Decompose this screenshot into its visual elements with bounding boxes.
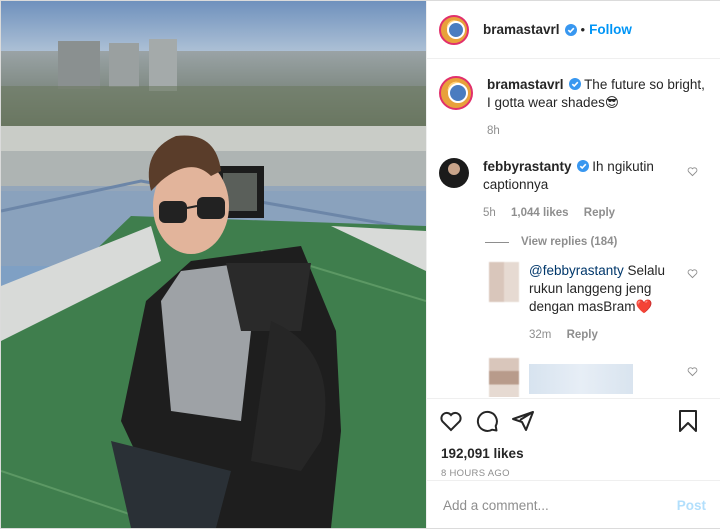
bookmark-icon[interactable] — [676, 409, 700, 433]
caption-username[interactable]: bramastavrl — [487, 77, 564, 92]
post-timestamp: 8 HOURS AGO — [441, 468, 510, 479]
view-replies-label: View replies (184) — [521, 236, 618, 248]
post-side-panel: bramastavrl • Follow bramastavrl The fut… — [426, 1, 720, 528]
reply-avatar-blurred[interactable] — [489, 262, 519, 302]
caption-avatar[interactable] — [439, 76, 473, 110]
add-comment-bar: Post — [427, 480, 720, 529]
comment-heart-icon[interactable] — [687, 166, 698, 177]
comment-reply-button[interactable]: Reply — [584, 207, 615, 219]
commenter-avatar[interactable] — [439, 158, 469, 188]
reply-blurred — [427, 344, 720, 397]
post-header: bramastavrl • Follow — [427, 1, 720, 59]
follow-button[interactable]: Follow — [589, 22, 632, 37]
separator-dot: • — [580, 22, 586, 37]
comment-icon[interactable] — [475, 409, 499, 433]
comment-likes[interactable]: 1,044 likes — [511, 207, 569, 219]
post-comment-button[interactable]: Post — [677, 498, 706, 513]
like-count[interactable]: 192,091 likes — [427, 433, 720, 461]
post-dialog: bramastavrl • Follow bramastavrl The fut… — [0, 0, 720, 529]
reply-body: @febbyrastanty Selalu rukun langgeng jen… — [529, 262, 679, 344]
reply-content-blurred — [529, 358, 633, 397]
commenter-username[interactable]: febbyrastanty — [483, 159, 572, 174]
reply: @febbyrastanty Selalu rukun langgeng jen… — [427, 248, 720, 344]
reply-mention[interactable]: @febbyrastanty — [529, 263, 624, 278]
actions-bar: 192,091 likes 8 HOURS AGO Post — [427, 398, 720, 529]
caption: bramastavrl The future so bright, I gott… — [427, 60, 720, 140]
comments-section[interactable]: bramastavrl The future so bright, I gott… — [427, 60, 720, 397]
author-avatar[interactable] — [439, 14, 469, 45]
reply-reply-button[interactable]: Reply — [567, 329, 598, 341]
reply-heart-icon[interactable] — [687, 268, 698, 279]
heart-icon[interactable] — [439, 409, 463, 433]
blurred-text — [529, 364, 633, 394]
verified-badge-icon — [564, 23, 577, 36]
verified-badge-icon — [576, 160, 589, 172]
comment-body: febbyrastanty Ih ngikutin captionnya 5h … — [483, 158, 703, 222]
comment-meta: 5h 1,044 likes Reply — [483, 204, 703, 222]
heart-emoji: ❤️ — [635, 299, 653, 314]
reply-avatar-blurred[interactable] — [489, 358, 519, 397]
action-icons — [427, 399, 720, 433]
add-comment-input[interactable] — [441, 496, 677, 514]
author-username[interactable]: bramastavrl — [483, 22, 560, 37]
divider-line — [485, 241, 509, 243]
comment-time: 5h — [483, 207, 496, 219]
comment: febbyrastanty Ih ngikutin captionnya 5h … — [427, 140, 720, 222]
verified-badge-icon — [568, 78, 581, 90]
post-photo[interactable] — [1, 1, 426, 528]
reply-meta: 32m Reply — [529, 326, 679, 344]
caption-body: bramastavrl The future so bright, I gott… — [487, 76, 707, 140]
share-icon[interactable] — [511, 409, 535, 433]
caption-time: 8h — [487, 125, 500, 137]
reply-time: 32m — [529, 329, 552, 341]
view-replies-button[interactable]: View replies (184) — [485, 236, 720, 248]
reply-heart-icon[interactable] — [687, 366, 698, 377]
